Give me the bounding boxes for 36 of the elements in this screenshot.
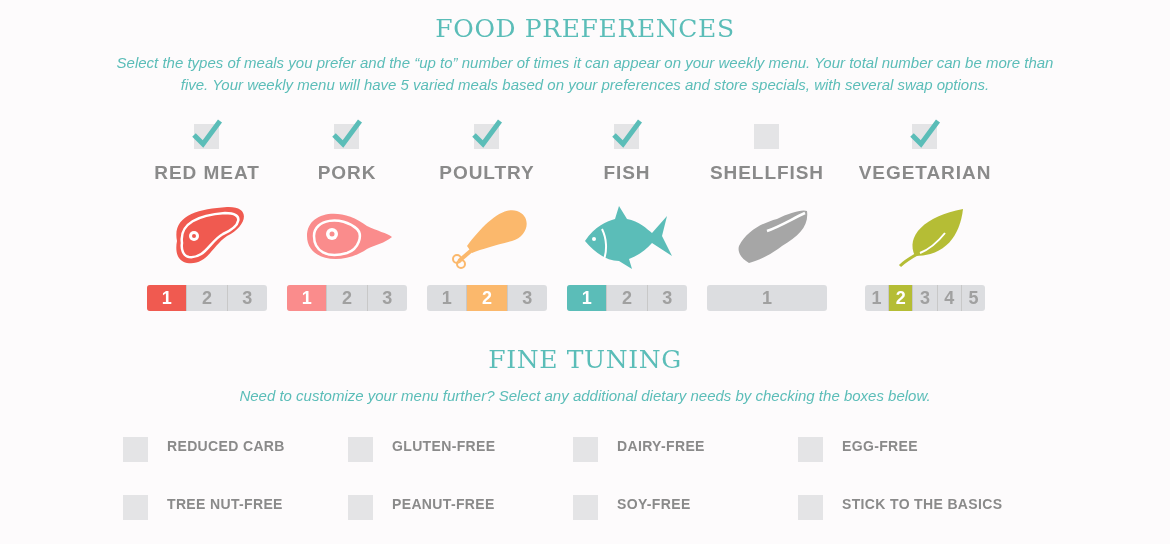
option-label: SOY-FREE [617,494,691,514]
frequency-option[interactable]: 4 [936,285,961,311]
frequency-option[interactable]: 5 [960,285,985,311]
frequency-option[interactable]: 1 [427,285,467,311]
option-label: REDUCED CARB [167,436,285,456]
frequency-option[interactable]: 3 [226,285,267,311]
option-label: STICK TO THE BASICS [842,494,1003,514]
frequency-option[interactable]: 1 [287,285,327,311]
frequency-option[interactable]: 1 [707,285,827,311]
frequency-option[interactable]: 2 [606,285,647,311]
category-label: RED MEAT [154,160,260,185]
category-label: PORK [317,160,377,185]
frequency-option[interactable]: 3 [366,285,407,311]
frequency-option[interactable]: 3 [506,285,547,311]
frequency-option[interactable]: 3 [912,285,937,311]
frequency-option[interactable]: 2 [466,285,507,311]
option-label: TREE NUT-FREE [167,494,283,514]
category-label: FISH [603,160,651,185]
category-label: SHELLFISH [709,160,825,185]
frequency-option[interactable]: 2 [888,285,913,311]
frequency-option[interactable]: 3 [646,285,687,311]
option-label: GLUTEN-FREE [392,436,496,456]
option-label: EGG-FREE [842,436,918,456]
option-label: DAIRY-FREE [617,436,705,456]
category-label: VEGETARIAN [858,160,992,185]
frequency-option[interactable]: 2 [326,285,367,311]
section-description: Select the types of meals you prefer and the “up to” number of times it can appear on your weekly menu. Your total number can be more than five. Your weekly menu will have 5 varied meals based on your preferences and store specials, with several swap options. [115,52,1055,95]
frequency-option[interactable]: 1 [147,285,187,311]
frequency-option[interactable]: 1 [567,285,607,311]
section-title: FINE TUNING [488,344,682,376]
option-label: PEANUT-FREE [392,494,495,514]
category-label: POULTRY [439,160,535,185]
frequency-option[interactable]: 2 [186,285,227,311]
section-title: FOOD PREFERENCES [435,13,735,45]
section-description: Need to customize your menu further? Select any additional dietary needs by checking the boxes below. [239,385,931,406]
frequency-option[interactable]: 1 [865,285,889,311]
